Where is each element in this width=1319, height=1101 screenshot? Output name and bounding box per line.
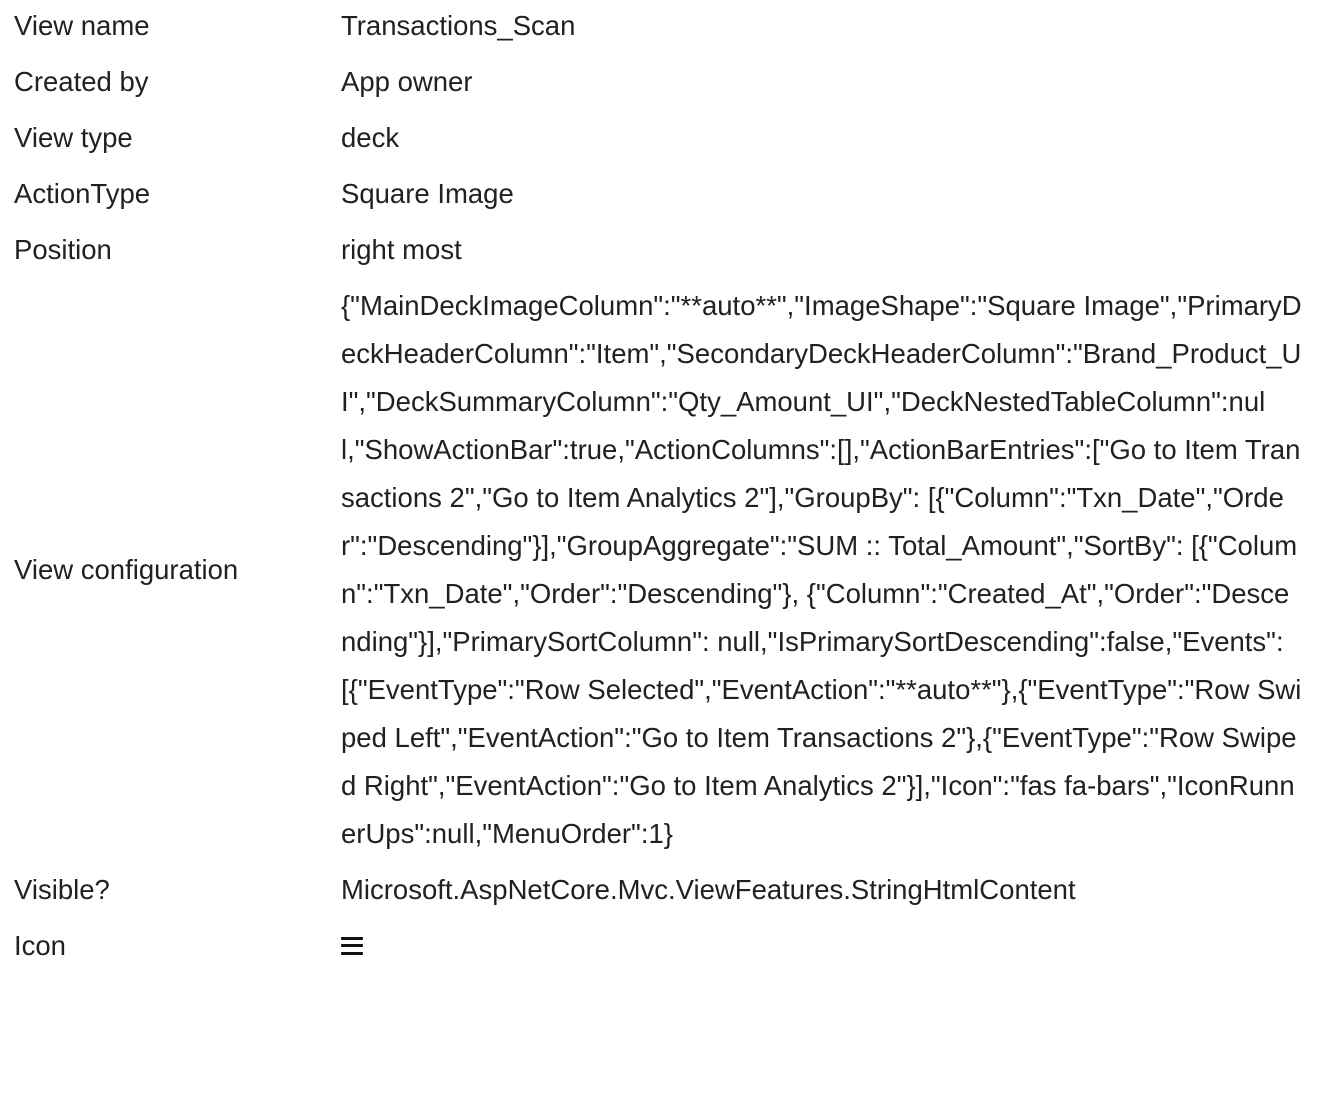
property-row-view-name: View name Transactions_Scan: [14, 0, 1314, 54]
property-label: Created by: [14, 66, 149, 97]
property-row-view-configuration: View configuration {"MainDeckImageColumn…: [14, 278, 1314, 862]
property-value: Microsoft.AspNetCore.Mvc.ViewFeatures.St…: [341, 874, 1076, 905]
property-value: right most: [341, 234, 462, 265]
property-row-action-type: ActionType Square Image: [14, 166, 1314, 222]
property-label: ActionType: [14, 178, 151, 209]
property-row-view-type: View type deck: [14, 110, 1314, 166]
property-value-icon: [341, 918, 1314, 974]
property-value: App owner: [341, 66, 473, 97]
property-row-created-by: Created by App owner: [14, 54, 1314, 110]
property-row-position: Position right most: [14, 222, 1314, 278]
property-value: Square Image: [341, 178, 514, 209]
property-label: View name: [14, 10, 150, 41]
property-label: Position: [14, 234, 112, 265]
property-label: Visible?: [14, 874, 110, 905]
property-label: View type: [14, 122, 133, 153]
view-properties-table: View name Transactions_Scan Created by A…: [14, 0, 1314, 974]
view-configuration-json: {"MainDeckImageColumn":"**auto**","Image…: [341, 290, 1302, 849]
property-label: View configuration: [14, 554, 239, 585]
property-value: Transactions_Scan: [341, 10, 576, 41]
property-row-icon: Icon: [14, 918, 1314, 974]
property-row-visible: Visible? Microsoft.AspNetCore.Mvc.ViewFe…: [14, 862, 1314, 918]
property-value: deck: [341, 122, 400, 153]
bars-icon: [341, 936, 363, 955]
property-label: Icon: [14, 930, 66, 961]
